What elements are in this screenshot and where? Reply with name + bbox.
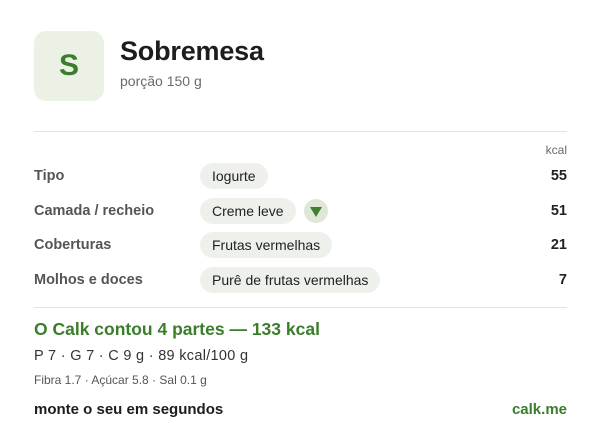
row-kcal: 7: [558, 271, 567, 288]
macros-line: P 7 · G 7 · C 9 g · 89 kcal/100 g: [34, 348, 249, 364]
row-label: Camada / recheio: [34, 202, 155, 219]
dropdown-button[interactable]: [303, 198, 328, 223]
avatar: S: [34, 31, 104, 101]
page-title: Sobremesa: [120, 36, 264, 66]
brand-link[interactable]: calk.me: [512, 401, 567, 418]
divider-bottom: [34, 307, 567, 308]
summary-headline: O Calk contou 4 partes — 133 kcal: [34, 319, 320, 339]
table-row-coberturas: Coberturas Frutas vermelhas 21: [34, 228, 567, 263]
table-row-molhos: Molhos e doces Purê de frutas vermelhas …: [34, 263, 567, 298]
row-chip[interactable]: Purê de frutas vermelhas: [200, 266, 381, 293]
row-label: Coberturas: [34, 237, 112, 254]
row-label: Tipo: [34, 168, 65, 185]
row-chip[interactable]: Frutas vermelhas: [200, 232, 333, 259]
row-chip[interactable]: Iogurte: [200, 163, 268, 190]
row-kcal: 55: [550, 168, 567, 185]
avatar-letter: S: [58, 49, 79, 82]
row-label: Molhos e doces: [34, 271, 143, 288]
portion-subtitle: porção 150 g: [120, 73, 202, 89]
kcal-column-header: kcal: [545, 143, 567, 157]
row-chip[interactable]: Creme leve: [200, 197, 296, 224]
row-kcal: 21: [550, 237, 567, 254]
components-table: Tipo Iogurte 55 Camada / recheio Creme l…: [34, 159, 567, 297]
divider-top: [34, 131, 567, 132]
micros-line: Fibra 1.7 · Açúcar 5.8 · Sal 0.1 g: [34, 373, 207, 387]
table-row-tipo: Tipo Iogurte 55: [34, 159, 567, 194]
cta-text: monte o seu em segundos: [34, 401, 224, 418]
table-row-camada: Camada / recheio Creme leve 51: [34, 194, 567, 229]
row-kcal: 51: [550, 202, 567, 219]
triangle-down-icon: [309, 206, 322, 217]
